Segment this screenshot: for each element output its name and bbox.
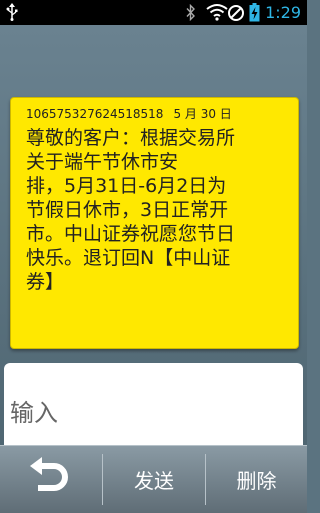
status-time: 1:29 [265, 3, 301, 22]
action-bar: 发送 删除 [0, 445, 307, 513]
conversation-area: 106575327624518518 5 月 30 日 尊敬的客户：根据交易所 关… [0, 25, 307, 463]
no-signal-icon [228, 5, 244, 21]
message-bubble[interactable]: 106575327624518518 5 月 30 日 尊敬的客户：根据交易所 关… [10, 97, 299, 349]
battery-charging-icon [249, 3, 260, 26]
bluetooth-icon [186, 3, 196, 25]
message-header: 106575327624518518 5 月 30 日 [26, 105, 232, 122]
status-bar: 1:29 [0, 0, 307, 25]
back-button[interactable] [0, 446, 102, 513]
send-button[interactable]: 发送 [103, 446, 205, 513]
message-sender: 106575327624518518 [26, 107, 164, 121]
message-body: 尊敬的客户：根据交易所 关于端午节休市安 排，5月31日-6月2日为 节假日休市… [26, 127, 236, 293]
usb-icon [6, 3, 18, 25]
delete-button[interactable]: 删除 [206, 446, 307, 513]
message-date: 5 月 30 日 [173, 107, 232, 121]
wifi-icon [205, 3, 245, 26]
back-arrow-icon [28, 454, 74, 505]
